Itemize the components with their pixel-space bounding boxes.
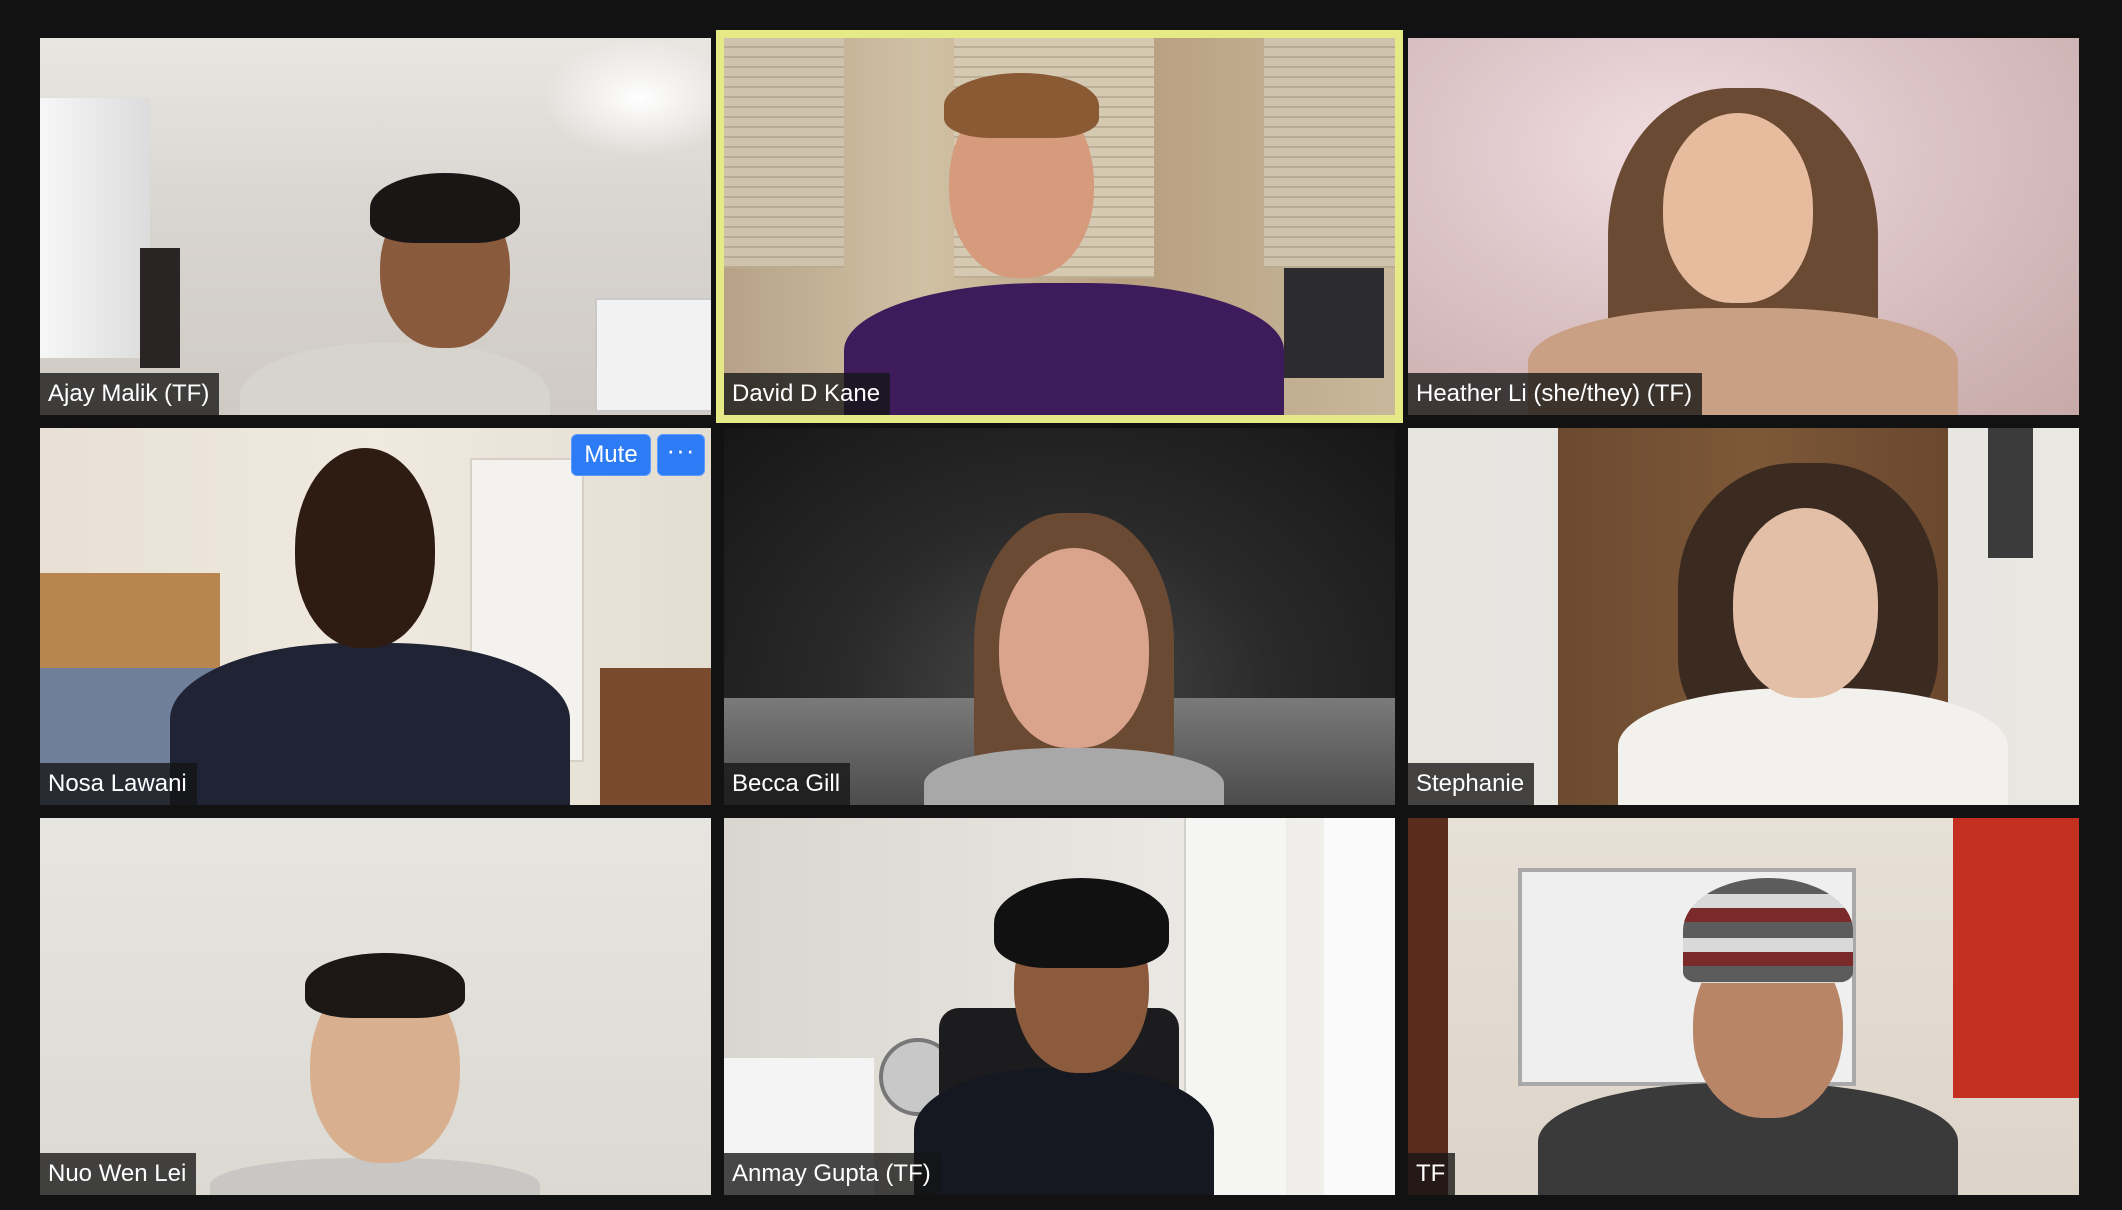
- participant-name-label: Ajay Malik (TF): [40, 373, 220, 415]
- video-feed: [1408, 38, 2079, 415]
- mute-button[interactable]: Mute: [571, 434, 651, 476]
- video-tile-heather-li[interactable]: Heather Li (she/they) (TF): [1408, 38, 2079, 415]
- video-tile-tf[interactable]: TF: [1408, 818, 2079, 1195]
- tile-hover-controls: Mute ···: [571, 434, 705, 476]
- participant-name-label: Nuo Wen Lei: [40, 1153, 197, 1195]
- participant-name-label: Stephanie: [1408, 763, 1535, 805]
- video-feed: [724, 428, 1395, 805]
- video-tile-ajay-malik[interactable]: Ajay Malik (TF): [40, 38, 711, 415]
- video-tile-nuo-wen-lei[interactable]: Nuo Wen Lei: [40, 818, 711, 1195]
- participant-name-label: TF: [1408, 1153, 1456, 1195]
- video-tile-anmay-gupta[interactable]: Anmay Gupta (TF): [724, 818, 1395, 1195]
- video-feed: [1408, 428, 2079, 805]
- video-feed: [1408, 818, 2079, 1195]
- participant-name-label: Heather Li (she/they) (TF): [1408, 373, 1703, 415]
- video-tile-becca-gill[interactable]: Becca Gill: [724, 428, 1395, 805]
- video-feed: [40, 38, 711, 415]
- video-tile-stephanie[interactable]: Stephanie: [1408, 428, 2079, 805]
- video-tile-nosa-lawani[interactable]: Mute ··· Nosa Lawani: [40, 428, 711, 805]
- video-feed: [40, 428, 711, 805]
- video-tile-david-kane[interactable]: David D Kane: [716, 30, 1403, 423]
- video-feed: [724, 38, 1395, 415]
- participant-name-label: Becca Gill: [724, 763, 851, 805]
- participant-name-label: Nosa Lawani: [40, 763, 197, 805]
- video-gallery: Ajay Malik (TF) David D Kane Heather Li …: [0, 0, 2122, 1210]
- participant-name-label: Anmay Gupta (TF): [724, 1153, 941, 1195]
- video-feed: [40, 818, 711, 1195]
- ellipsis-icon[interactable]: ···: [657, 434, 705, 476]
- participant-name-label: David D Kane: [724, 373, 891, 415]
- video-feed: [724, 818, 1395, 1195]
